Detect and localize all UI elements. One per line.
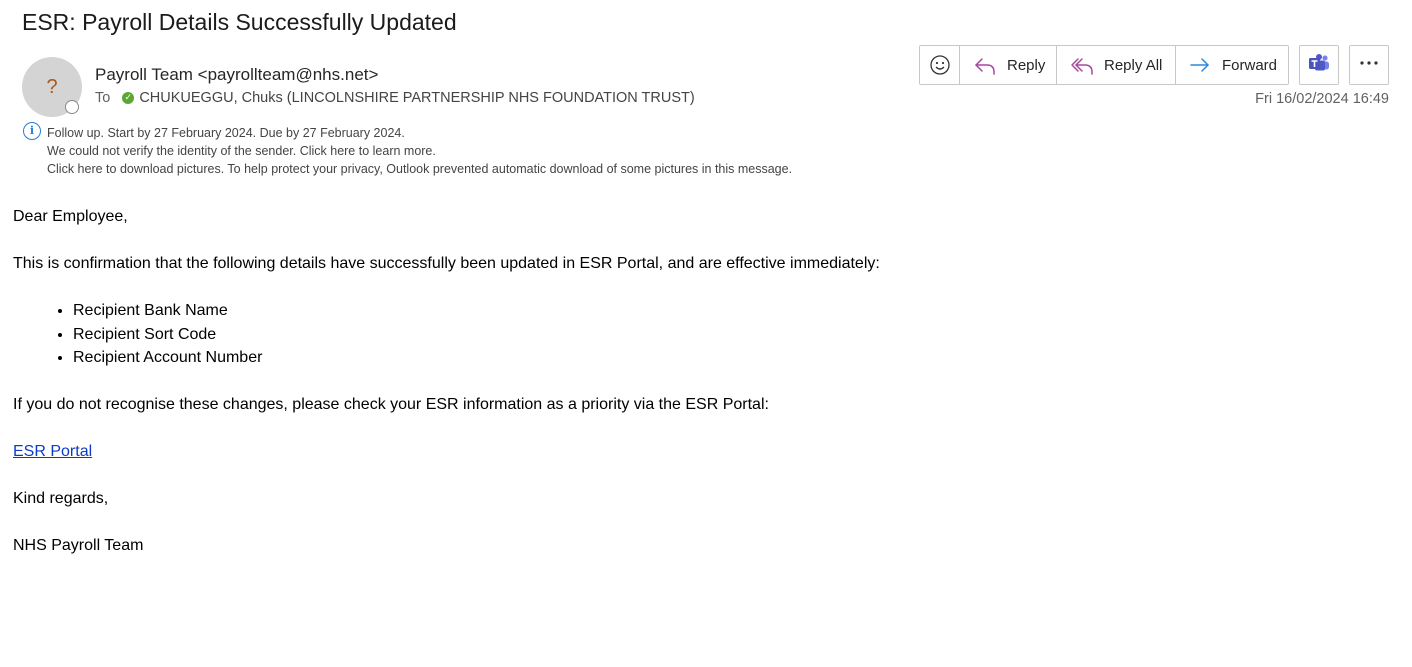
sender-name[interactable]: Payroll Team <payrollteam@nhs.net> [95, 65, 378, 85]
info-icon: i [23, 122, 41, 140]
teams-icon [1307, 52, 1331, 79]
link-paragraph: ESR Portal [13, 440, 880, 464]
received-datetime: Fri 16/02/2024 16:49 [1255, 91, 1389, 107]
recipient-line: To ✓ CHUKUEGGU, Chuks (LINCOLNSHIRE PART… [95, 90, 695, 106]
forward-icon [1188, 54, 1212, 76]
greeting: Dear Employee, [13, 208, 128, 225]
recipient-name[interactable]: CHUKUEGGU, Chuks (LINCOLNSHIRE PARTNERSH… [139, 90, 694, 106]
closing: Kind regards, [13, 490, 109, 507]
presence-status-icon [65, 100, 79, 114]
reply-button[interactable]: Reply [960, 46, 1057, 84]
to-label: To [95, 90, 111, 106]
response-button-group: Reply Reply All Forward [919, 45, 1289, 85]
instruction-paragraph: If you do not recognise these changes, p… [13, 396, 769, 413]
info-bar: Follow up. Start by 27 February 2024. Du… [47, 124, 792, 178]
download-pictures-notice[interactable]: Click here to download pictures. To help… [47, 160, 792, 178]
reply-all-button[interactable]: Reply All [1057, 46, 1176, 84]
intro-paragraph: This is confirmation that the following … [13, 255, 880, 272]
esr-portal-link[interactable]: ESR Portal [13, 443, 92, 460]
more-icon [1358, 52, 1380, 79]
more-actions-button[interactable] [1349, 45, 1389, 85]
reply-all-label: Reply All [1104, 56, 1163, 74]
teams-share-button[interactable] [1299, 45, 1339, 85]
reply-icon [973, 54, 997, 76]
list-item: Recipient Sort Code [73, 323, 880, 347]
updated-details-list: Recipient Bank Name Recipient Sort Code … [13, 299, 880, 370]
list-item: Recipient Bank Name [73, 299, 880, 323]
email-subject: ESR: Payroll Details Successfully Update… [22, 9, 457, 35]
forward-label: Forward [1222, 56, 1278, 74]
message-toolbar: Reply Reply All Forward [919, 45, 1389, 85]
message-body: Dear Employee, This is confirmation that… [13, 205, 880, 581]
react-button[interactable] [920, 46, 960, 84]
forward-button[interactable]: Forward [1176, 46, 1288, 84]
signature: NHS Payroll Team [13, 537, 144, 554]
smiley-icon [929, 54, 951, 76]
follow-up-flag-text: Follow up. Start by 27 February 2024. Du… [47, 126, 405, 140]
verified-check-icon: ✓ [122, 92, 135, 104]
reply-label: Reply [1007, 56, 1046, 74]
reply-all-icon [1070, 54, 1094, 76]
sender-verification-warning[interactable]: We could not verify the identity of the … [47, 142, 792, 160]
list-item: Recipient Account Number [73, 346, 880, 370]
